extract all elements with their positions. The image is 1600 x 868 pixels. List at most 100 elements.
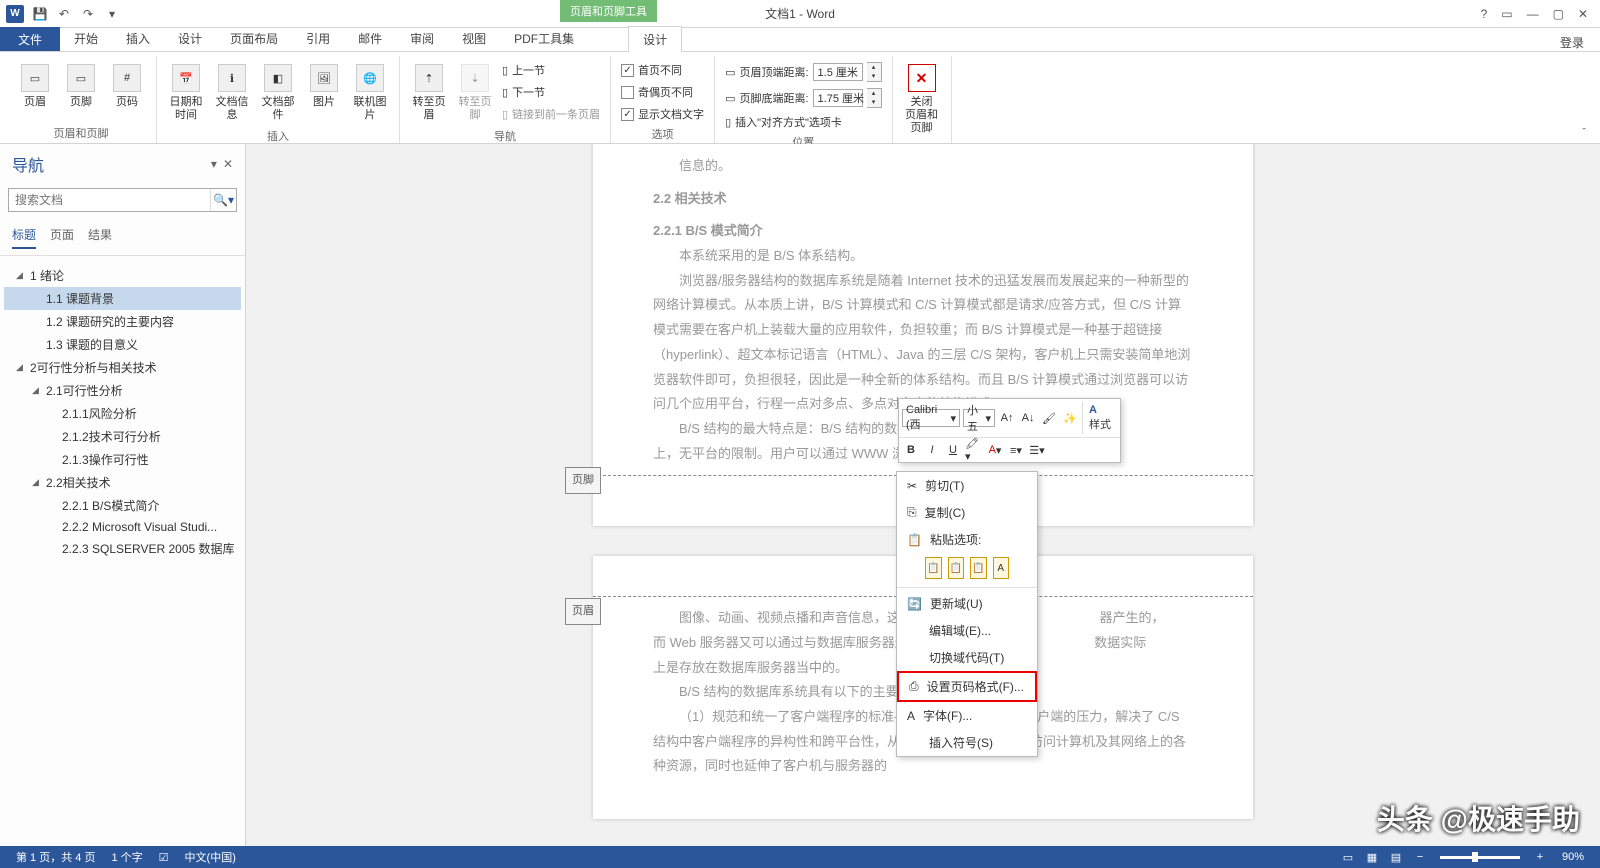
ctx-toggle-code[interactable]: 切换域代码(T) bbox=[897, 644, 1037, 671]
underline-icon[interactable]: U bbox=[944, 441, 962, 459]
help-icon[interactable]: ? bbox=[1481, 7, 1488, 21]
show-doc-checkbox[interactable]: 显示文档文字 bbox=[619, 104, 706, 124]
zoom-out-icon[interactable]: − bbox=[1410, 849, 1430, 865]
tree-item[interactable]: ◢1 绪论 bbox=[4, 264, 241, 287]
tab-view[interactable]: 视图 bbox=[448, 26, 500, 51]
header-top-spinner[interactable]: ▭ 页眉顶端距离: 1.5 厘米▴▾ bbox=[723, 60, 883, 84]
document-area[interactable]: 信息的。 2.2 相关技术 2.2.1 B/S 模式简介 本系统采用的是 B/S… bbox=[246, 144, 1600, 846]
tab-home[interactable]: 开始 bbox=[60, 26, 112, 51]
tree-item[interactable]: 2.2.2 Microsoft Visual Studi... bbox=[4, 517, 241, 537]
footer-bottom-spinner[interactable]: ▭ 页脚底端距离: 1.75 厘米▴▾ bbox=[723, 86, 883, 110]
tab-design-main[interactable]: 设计 bbox=[164, 26, 216, 51]
ctx-page-number-format[interactable]: ⎙设置页码格式(F)... bbox=[897, 671, 1037, 702]
status-lang[interactable]: 中文(中国) bbox=[177, 849, 244, 865]
shrink-font-icon[interactable]: A↓ bbox=[1019, 409, 1037, 427]
footer-label[interactable]: 页脚 bbox=[565, 467, 601, 494]
view-read-icon[interactable]: ▭ bbox=[1338, 849, 1358, 865]
nav-tab-pages[interactable]: 页面 bbox=[50, 226, 74, 249]
tree-item[interactable]: 1.1 课题背景 bbox=[4, 287, 241, 310]
tab-mailings[interactable]: 邮件 bbox=[344, 26, 396, 51]
font-color-icon[interactable]: A▾ bbox=[986, 441, 1004, 459]
nav-close-icon[interactable]: ✕ bbox=[223, 157, 233, 171]
tab-file[interactable]: 文件 bbox=[0, 27, 60, 51]
ribbon-collapse-icon[interactable]: ˆ bbox=[1574, 123, 1594, 143]
docinfo-button[interactable]: ℹ文档信息 bbox=[211, 60, 253, 126]
close-hf-button[interactable]: ✕关闭 页眉和页脚 bbox=[901, 60, 943, 140]
tree-item[interactable]: 2.1.2技术可行分析 bbox=[4, 425, 241, 448]
ctx-insert-symbol[interactable]: 插入符号(S) bbox=[897, 729, 1037, 756]
tree-item[interactable]: ◢2可行性分析与相关技术 bbox=[4, 356, 241, 379]
tree-item[interactable]: 1.2 课题研究的主要内容 bbox=[4, 310, 241, 333]
view-print-icon[interactable]: ▦ bbox=[1362, 849, 1382, 865]
nav-search-input[interactable] bbox=[9, 189, 210, 211]
paste-text-icon[interactable]: A bbox=[993, 557, 1010, 579]
datetime-button[interactable]: 📅日期和时间 bbox=[165, 60, 207, 126]
nav-tab-results[interactable]: 结果 bbox=[88, 226, 112, 249]
status-page[interactable]: 第 1 页，共 4 页 bbox=[8, 849, 103, 865]
prev-section-button[interactable]: ▯ 上一节 bbox=[500, 60, 602, 80]
save-icon[interactable]: 💾 bbox=[32, 6, 48, 22]
bold-icon[interactable]: B bbox=[902, 441, 920, 459]
tree-item[interactable]: 2.1.3操作可行性 bbox=[4, 448, 241, 471]
minimize-icon[interactable]: — bbox=[1527, 7, 1539, 21]
ctx-copy[interactable]: ⎘复制(C) bbox=[897, 499, 1037, 526]
grow-font-icon[interactable]: A↑ bbox=[998, 409, 1016, 427]
tab-hf-design[interactable]: 设计 bbox=[628, 26, 682, 52]
highlight-icon[interactable]: 🖍▾ bbox=[965, 441, 983, 459]
tree-item[interactable]: 2.2.3 SQLSERVER 2005 数据库 bbox=[4, 537, 241, 560]
online-pic-button[interactable]: 🌐联机图片 bbox=[349, 60, 391, 126]
status-words[interactable]: 1 个字 bbox=[103, 849, 150, 865]
tab-references[interactable]: 引用 bbox=[292, 26, 344, 51]
footer-button[interactable]: ▭页脚 bbox=[60, 60, 102, 113]
tab-review[interactable]: 审阅 bbox=[396, 26, 448, 51]
italic-icon[interactable]: I bbox=[923, 441, 941, 459]
ctx-font[interactable]: A字体(F)... bbox=[897, 702, 1037, 729]
styles-dropdown[interactable]: A样式 bbox=[1082, 402, 1117, 434]
search-icon[interactable]: 🔍▾ bbox=[210, 189, 236, 211]
tab-layout[interactable]: 页面布局 bbox=[216, 26, 292, 51]
ctx-cut[interactable]: ✂剪切(T) bbox=[897, 472, 1037, 499]
ctx-update-field[interactable]: 🔄更新域(U) bbox=[897, 590, 1037, 617]
view-web-icon[interactable]: ▤ bbox=[1386, 849, 1406, 865]
font-size-dropdown[interactable]: 小五▾ bbox=[963, 409, 995, 427]
qat-dropdown-icon[interactable]: ▾ bbox=[104, 6, 120, 22]
tree-item[interactable]: 2.2.1 B/S模式简介 bbox=[4, 494, 241, 517]
pagenum-button[interactable]: #页码 bbox=[106, 60, 148, 113]
tree-item[interactable]: ◢2.1可行性分析 bbox=[4, 379, 241, 402]
font-family-dropdown[interactable]: Calibri (西▾ bbox=[902, 409, 960, 427]
close-icon[interactable]: ✕ bbox=[1578, 7, 1588, 21]
ctx-edit-field[interactable]: 编辑域(E)... bbox=[897, 617, 1037, 644]
tree-item[interactable]: ◢2.2相关技术 bbox=[4, 471, 241, 494]
header-label[interactable]: 页眉 bbox=[565, 598, 601, 625]
docparts-button[interactable]: ◧文档部件 bbox=[257, 60, 299, 126]
diff-first-checkbox[interactable]: 首页不同 bbox=[619, 60, 706, 80]
ribbon-options-icon[interactable]: ▭ bbox=[1501, 7, 1512, 21]
next-section-button[interactable]: ▯ 下一节 bbox=[500, 82, 602, 102]
tree-item[interactable]: 1.3 课题的目意义 bbox=[4, 333, 241, 356]
clear-format-icon[interactable]: ✨ bbox=[1061, 409, 1079, 427]
paste-keep-source-icon[interactable]: 📋 bbox=[925, 557, 942, 579]
goto-footer-button[interactable]: ⇣转至页脚 bbox=[454, 60, 496, 126]
tab-insert[interactable]: 插入 bbox=[112, 26, 164, 51]
status-proofing-icon[interactable]: ☑ bbox=[151, 851, 177, 864]
zoom-in-icon[interactable]: + bbox=[1530, 849, 1550, 865]
diff-oddeven-checkbox[interactable]: 奇偶页不同 bbox=[619, 82, 706, 102]
numbering-icon[interactable]: ☰▾ bbox=[1028, 441, 1046, 459]
paste-picture-icon[interactable]: 📋 bbox=[970, 557, 987, 579]
header-button[interactable]: ▭页眉 bbox=[14, 60, 56, 113]
link-prev-button[interactable]: ▯ 链接到前一条页眉 bbox=[500, 104, 602, 124]
nav-dropdown-icon[interactable]: ▾ bbox=[211, 157, 217, 171]
tab-pdf[interactable]: PDF工具集 bbox=[500, 26, 588, 51]
nav-search[interactable]: 🔍▾ bbox=[8, 188, 237, 212]
login-link[interactable]: 登录 bbox=[1560, 34, 1600, 51]
paste-merge-icon[interactable]: 📋 bbox=[948, 557, 965, 579]
align-tab-button[interactable]: ▯ 插入"对齐方式"选项卡 bbox=[723, 112, 883, 132]
zoom-level[interactable]: 90% bbox=[1554, 851, 1592, 863]
tree-item[interactable]: 2.1.1风险分析 bbox=[4, 402, 241, 425]
redo-icon[interactable]: ↷ bbox=[80, 6, 96, 22]
nav-tab-headings[interactable]: 标题 bbox=[12, 226, 36, 249]
zoom-slider[interactable] bbox=[1440, 856, 1520, 859]
undo-icon[interactable]: ↶ bbox=[56, 6, 72, 22]
maximize-icon[interactable]: ▢ bbox=[1553, 7, 1564, 21]
goto-header-button[interactable]: ⇡转至页眉 bbox=[408, 60, 450, 126]
